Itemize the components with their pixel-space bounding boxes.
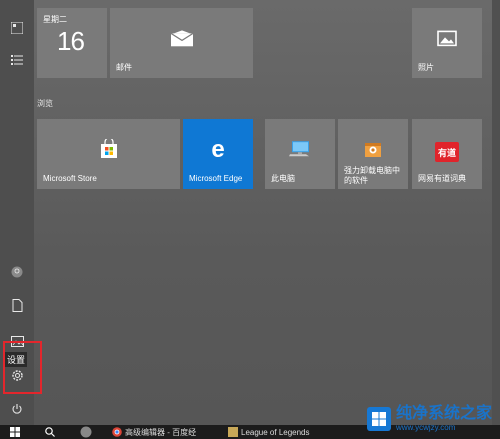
calendar-weekday: 星期二 (43, 15, 67, 24)
mail-icon (170, 30, 193, 51)
settings-tooltip: 设置 (5, 352, 28, 367)
tile-uninstaller[interactable]: 强力卸载电脑中 的软件 (338, 119, 408, 189)
youdao-label: 网易有道词典 (418, 174, 466, 183)
edge-label: Microsoft Edge (189, 174, 243, 183)
settings-highlight-box (3, 341, 42, 394)
tile-microsoft-edge[interactable]: e Microsoft Edge (183, 119, 253, 189)
tile-youdao-dictionary[interactable]: 有道 网易有道词典 (412, 119, 482, 189)
photos-label: 照片 (418, 63, 434, 72)
tile-calendar[interactable]: 星期二 16 (37, 8, 107, 78)
taskbar-windows-icon[interactable] (10, 426, 20, 438)
uninstall-label-line1: 强力卸载电脑中 (344, 166, 400, 175)
taskbar-app-icon[interactable] (80, 426, 92, 438)
this-pc-label: 此电脑 (271, 174, 295, 183)
calendar-day-number: 16 (57, 26, 85, 56)
watermark-title: 纯净系统之家 (395, 405, 492, 422)
taskbar-lol-window[interactable]: League of Legends (228, 426, 310, 438)
taskbar-chrome-window[interactable]: 高级编辑器 - 百度经 (112, 426, 196, 438)
uninstall-label: 强力卸载电脑中 的软件 (344, 166, 400, 186)
computer-monitor-icon (289, 140, 311, 163)
watermark-windows-icon (366, 407, 391, 431)
edge-e-icon: e (206, 136, 230, 165)
tile-this-pc[interactable]: 此电脑 (265, 119, 335, 189)
documents-icon[interactable] (9, 297, 25, 313)
svg-text:e: e (211, 138, 224, 160)
store-bag-icon (99, 137, 119, 164)
tile-mail[interactable]: 邮件 (110, 8, 253, 78)
all-apps-list-icon[interactable] (9, 52, 25, 68)
watermark-logo: 纯净系统之家 www.ycwjzy.com (366, 405, 492, 433)
desktop-edge (492, 0, 500, 425)
uninstall-box-icon (363, 139, 383, 164)
start-logo-icon[interactable] (9, 20, 25, 36)
tile-microsoft-store[interactable]: Microsoft Store (37, 119, 180, 189)
taskbar-search-icon[interactable] (45, 426, 55, 438)
youdao-logo-icon: 有道 (435, 142, 459, 162)
uninstall-label-line2: 的软件 (344, 176, 368, 185)
group-title-browse: 浏览 (37, 99, 53, 108)
power-icon[interactable] (9, 401, 25, 417)
watermark-url: www.ycwjzy.com (395, 423, 456, 432)
photos-icon (437, 30, 457, 51)
tile-photos[interactable]: 照片 (412, 8, 482, 78)
mail-label: 邮件 (116, 63, 132, 72)
taskbar-item1-label: 高级编辑器 - 百度经 (125, 427, 197, 437)
taskbar-item2-label: League of Legends (241, 427, 310, 437)
store-label: Microsoft Store (43, 174, 97, 183)
user-avatar-icon[interactable] (9, 264, 25, 280)
